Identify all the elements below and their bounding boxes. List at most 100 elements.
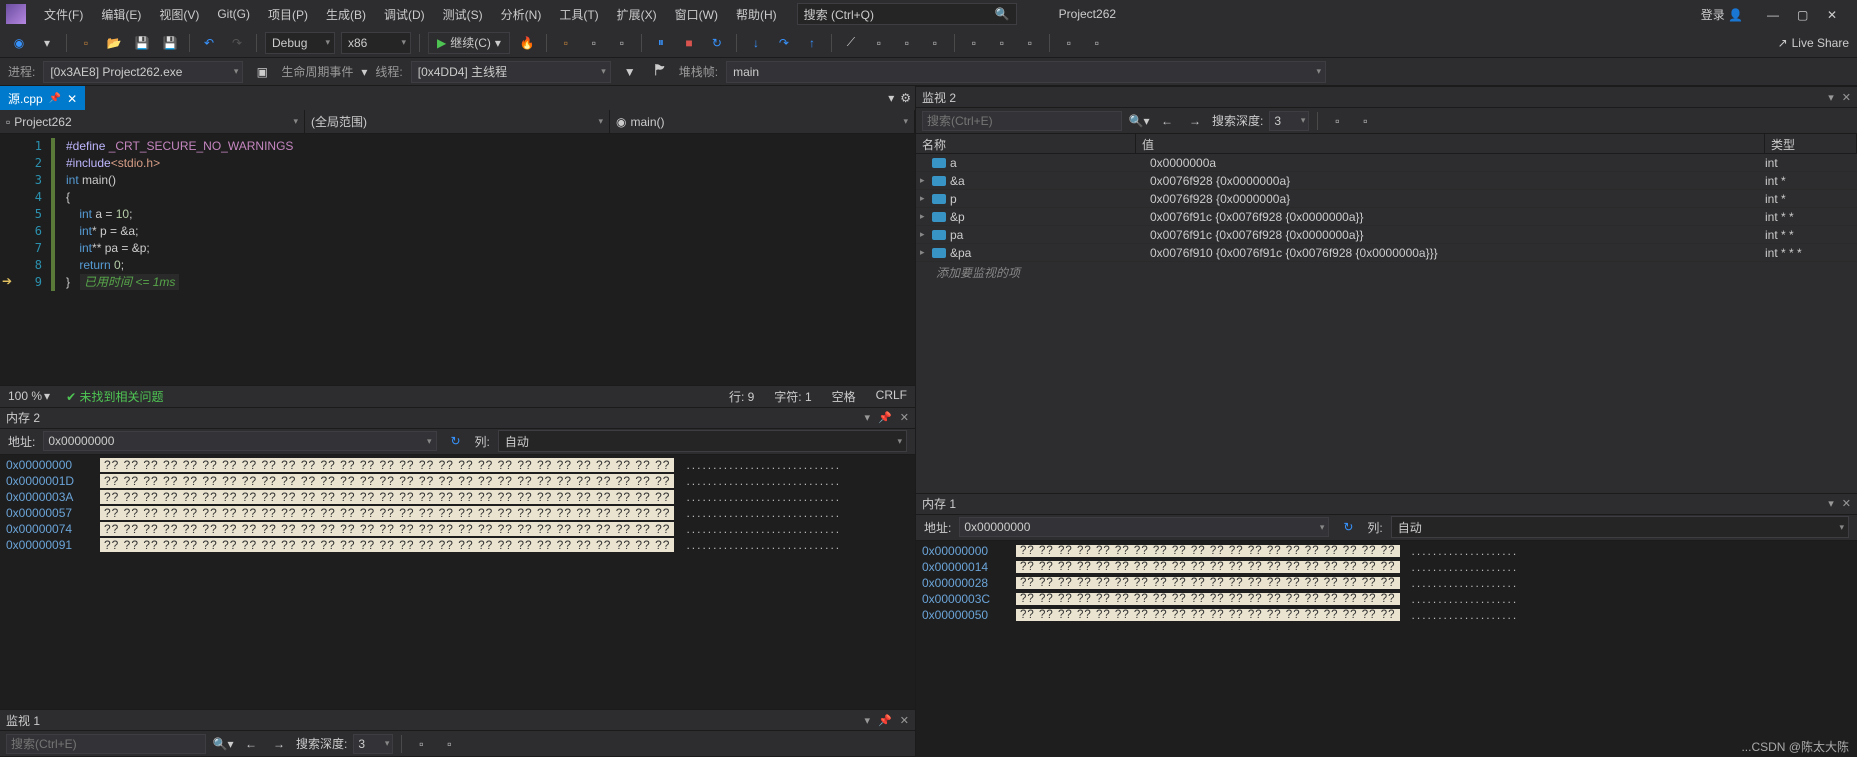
step-into-icon[interactable]: ↓ [745, 32, 767, 54]
memory1-columns-dropdown[interactable]: 自动 [1391, 516, 1849, 538]
tool-e-icon[interactable]: ▫ [963, 32, 985, 54]
tool-b-icon[interactable]: ▫ [868, 32, 890, 54]
maximize-icon[interactable]: ▢ [1797, 8, 1809, 20]
tool-c-icon[interactable]: ▫ [896, 32, 918, 54]
watch-row[interactable]: ▸&a0x0076f928 {0x0000000a}int * [916, 172, 1857, 190]
watch-row[interactable]: ▸p0x0076f928 {0x0000000a}int * [916, 190, 1857, 208]
scope-function[interactable]: ◉ main() [610, 110, 915, 133]
pause-icon[interactable]: ⏸ [650, 32, 672, 54]
thread-dropdown[interactable]: [0x4DD4] 主线程 [411, 61, 611, 83]
process-dropdown[interactable]: [0x3AE8] Project262.exe [43, 61, 243, 83]
menu-item[interactable]: 编辑(E) [93, 3, 149, 26]
memory1-title[interactable]: 内存 1 ▾✕ [916, 493, 1857, 515]
close-icon[interactable]: ✕ [1842, 497, 1851, 510]
tool-d-icon[interactable]: ▫ [924, 32, 946, 54]
profile-icon[interactable]: ▫ [611, 32, 633, 54]
stack-frame-dropdown[interactable]: main [726, 61, 1326, 83]
watch2-add-item[interactable]: 添加要监视的项 [916, 262, 1857, 280]
code-body[interactable]: #define _CRT_SECURE_NO_WARNINGS#include<… [56, 134, 293, 385]
stop-icon[interactable]: ■ [678, 32, 700, 54]
new-icon[interactable]: ▫ [75, 32, 97, 54]
open-icon[interactable]: 📂 [103, 32, 125, 54]
watch1-depth-dropdown[interactable]: 3 [353, 734, 393, 754]
panel-menu-icon[interactable]: ▾ [1828, 91, 1834, 104]
browse-icon[interactable]: ▫ [555, 32, 577, 54]
pin-icon[interactable]: 📌 [878, 411, 892, 424]
watch-row[interactable]: ▸&pa0x0076f910 {0x0076f91c {0x0076f928 {… [916, 244, 1857, 262]
login-link[interactable]: 登录 👤 [1701, 6, 1743, 23]
watch-row[interactable]: a0x0000000aint [916, 154, 1857, 172]
tab-overflow-icon[interactable]: ▾ [888, 91, 894, 105]
watch1-title[interactable]: 监视 1 ▾📌✕ [0, 709, 915, 731]
nav-next-icon[interactable]: → [1184, 110, 1206, 132]
code-editor[interactable]: ➔ 123456789 #define _CRT_SECURE_NO_WARNI… [0, 134, 915, 385]
hot-reload-icon[interactable]: 🔥 [516, 32, 538, 54]
menu-item[interactable]: 视图(V) [151, 3, 207, 26]
watch1-search-input[interactable] [6, 734, 206, 754]
tool-f-icon[interactable]: ▫ [991, 32, 1013, 54]
zoom-level[interactable]: 100 % ▾ [8, 389, 50, 403]
search-icon[interactable]: 🔍▾ [1128, 110, 1150, 132]
scope-project[interactable]: ▫ Project262 [0, 110, 305, 133]
filter-icon[interactable]: ▼ [619, 61, 641, 83]
tool-icon[interactable]: ▫ [438, 733, 460, 755]
restart-icon[interactable]: ↻ [706, 32, 728, 54]
menu-item[interactable]: 分析(N) [493, 3, 550, 26]
undo-icon[interactable]: ↶ [198, 32, 220, 54]
save-all-icon[interactable]: 💾 [159, 32, 181, 54]
watch2-title[interactable]: 监视 2 ▾✕ [916, 86, 1857, 108]
watch-row[interactable]: ▸&p0x0076f91c {0x0076f928 {0x0000000a}}i… [916, 208, 1857, 226]
menu-item[interactable]: 测试(S) [435, 3, 491, 26]
search-icon[interactable]: 🔍▾ [212, 733, 234, 755]
step-over-icon[interactable]: ↷ [773, 32, 795, 54]
watch2-body[interactable]: a0x0000000aint▸&a0x0076f928 {0x0000000a}… [916, 154, 1857, 262]
continue-button[interactable]: ▶继续(C) ▾ [428, 32, 510, 54]
close-icon[interactable]: ✕ [900, 411, 909, 424]
close-icon[interactable]: ✕ [1842, 91, 1851, 104]
tab-source-cpp[interactable]: 源.cpp 📌 ✕ [0, 86, 85, 110]
tool-icon[interactable]: ▫ [410, 733, 432, 755]
memory1-address-input[interactable]: 0x00000000 [959, 517, 1329, 537]
save-icon[interactable]: 💾 [131, 32, 153, 54]
tool-g-icon[interactable]: ▫ [1058, 32, 1080, 54]
issues-ok[interactable]: ✔ 未找到相关问题 [66, 388, 163, 405]
bookmark-icon[interactable]: ▫ [1019, 32, 1041, 54]
panel-menu-icon[interactable]: ▾ [865, 411, 871, 424]
tool-h-icon[interactable]: ▫ [1086, 32, 1108, 54]
menu-item[interactable]: 帮助(H) [728, 3, 785, 26]
menu-item[interactable]: 扩展(X) [609, 3, 665, 26]
refresh-icon[interactable]: ↻ [1337, 516, 1359, 538]
tool-icon[interactable]: ▫ [1326, 110, 1348, 132]
memory2-address-input[interactable]: 0x00000000 [43, 431, 436, 451]
settings-icon[interactable]: ⚙ [900, 91, 911, 105]
menu-item[interactable]: 调试(D) [376, 3, 433, 26]
pin-icon[interactable]: 📌 [878, 714, 892, 727]
tool-icon[interactable]: ▫ [1354, 110, 1376, 132]
tool-a-icon[interactable]: ⟋ [840, 32, 862, 54]
step-out-icon[interactable]: ↑ [801, 32, 823, 54]
watch2-depth-dropdown[interactable]: 3 [1269, 111, 1309, 131]
menu-item[interactable]: 窗口(W) [667, 3, 726, 26]
nav-prev-icon[interactable]: ← [1156, 110, 1178, 132]
panel-menu-icon[interactable]: ▾ [1828, 497, 1834, 510]
scope-range[interactable]: (全局范围) [305, 110, 610, 133]
menu-item[interactable]: 生成(B) [318, 3, 374, 26]
nav-next-icon[interactable]: → [268, 733, 290, 755]
platform-dropdown[interactable]: x86 [341, 32, 411, 54]
minimize-icon[interactable]: — [1767, 8, 1779, 20]
pin-icon[interactable]: 📌 [49, 93, 61, 104]
nav-back-icon[interactable]: ◉ [8, 32, 30, 54]
flag-icon[interactable]: 🏲 [649, 61, 671, 83]
lifecycle-icon[interactable]: ▣ [251, 61, 273, 83]
memory2-columns-dropdown[interactable]: 自动 [498, 430, 907, 452]
menu-item[interactable]: 项目(P) [260, 3, 316, 26]
liveshare-button[interactable]: ↗ Live Share [1778, 36, 1849, 50]
refresh-icon[interactable]: ↻ [445, 430, 467, 452]
menu-item[interactable]: 文件(F) [36, 3, 91, 26]
config-dropdown[interactable]: Debug [265, 32, 335, 54]
diag-icon[interactable]: ▫ [583, 32, 605, 54]
watch2-search-input[interactable] [922, 111, 1122, 131]
menu-item[interactable]: Git(G) [209, 4, 258, 24]
close-icon[interactable]: ✕ [900, 714, 909, 727]
nav-prev-icon[interactable]: ← [240, 733, 262, 755]
